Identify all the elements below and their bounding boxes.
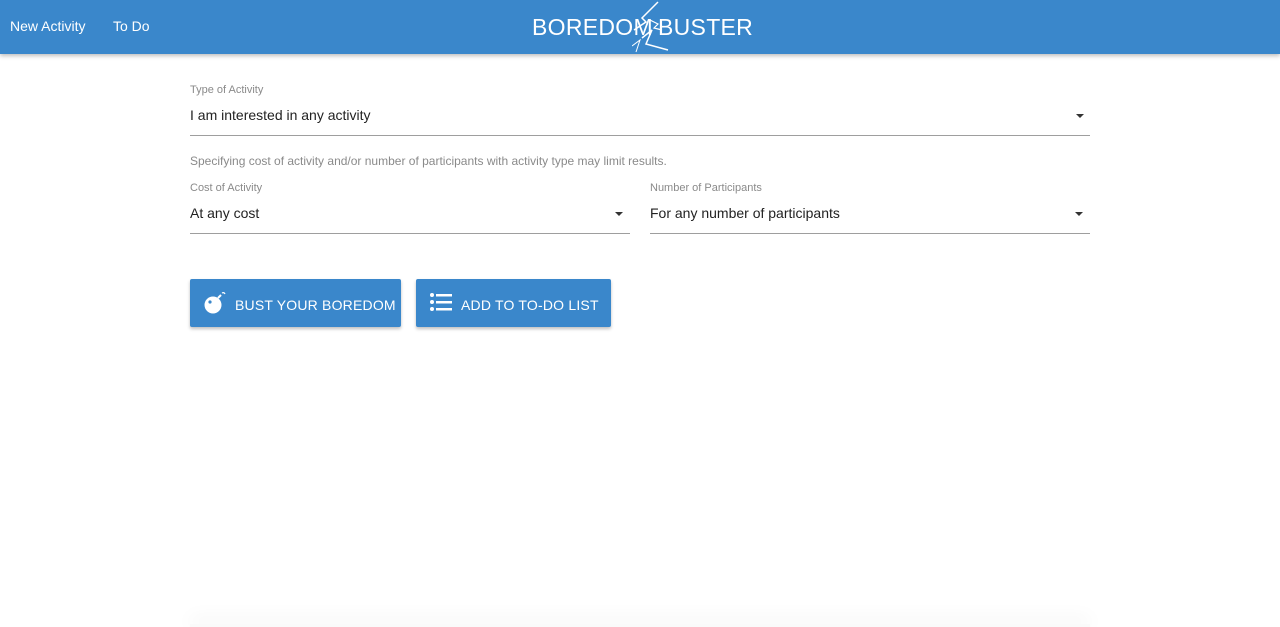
list-icon — [430, 293, 452, 311]
logo-word-buster: BUSTER — [658, 14, 754, 40]
participants-label: Number of Participants — [650, 182, 762, 194]
participants-value: For any number of participants — [650, 205, 840, 221]
add-to-todo-list-label: ADD TO TO-DO LIST — [461, 297, 599, 313]
bomb-icon — [204, 292, 226, 314]
caret-down-icon — [1076, 114, 1084, 118]
add-to-todo-list-button[interactable]: ADD TO TO-DO LIST — [416, 279, 611, 327]
cost-of-activity-select[interactable]: At any cost — [190, 198, 630, 234]
cost-of-activity-value: At any cost — [190, 205, 260, 221]
type-of-activity-label: Type of Activity — [190, 84, 264, 96]
cost-of-activity-underline — [190, 233, 630, 234]
caret-down-icon — [1075, 212, 1083, 216]
type-of-activity-underline — [190, 135, 1090, 136]
type-of-activity-value: I am interested in any activity — [190, 107, 371, 123]
app-logo[interactable]: BOREDOM BUSTER — [532, 0, 753, 54]
cost-of-activity-label: Cost of Activity — [190, 182, 263, 194]
type-of-activity-select[interactable]: I am interested in any activity — [190, 100, 1090, 136]
bust-your-boredom-label: BUST YOUR BOREDOM — [235, 297, 396, 313]
nav-new-activity[interactable]: New Activity — [10, 18, 85, 34]
caret-down-icon — [615, 212, 623, 216]
participants-underline — [650, 233, 1090, 234]
participants-select[interactable]: For any number of participants — [650, 198, 1090, 234]
app-bar: New Activity To Do BOREDOM BUSTER — [0, 0, 1280, 54]
nav-to-do[interactable]: To Do — [113, 18, 150, 34]
bust-your-boredom-button[interactable]: BUST YOUR BOREDOM — [190, 279, 401, 327]
filter-hint: Specifying cost of activity and/or numbe… — [190, 154, 667, 168]
